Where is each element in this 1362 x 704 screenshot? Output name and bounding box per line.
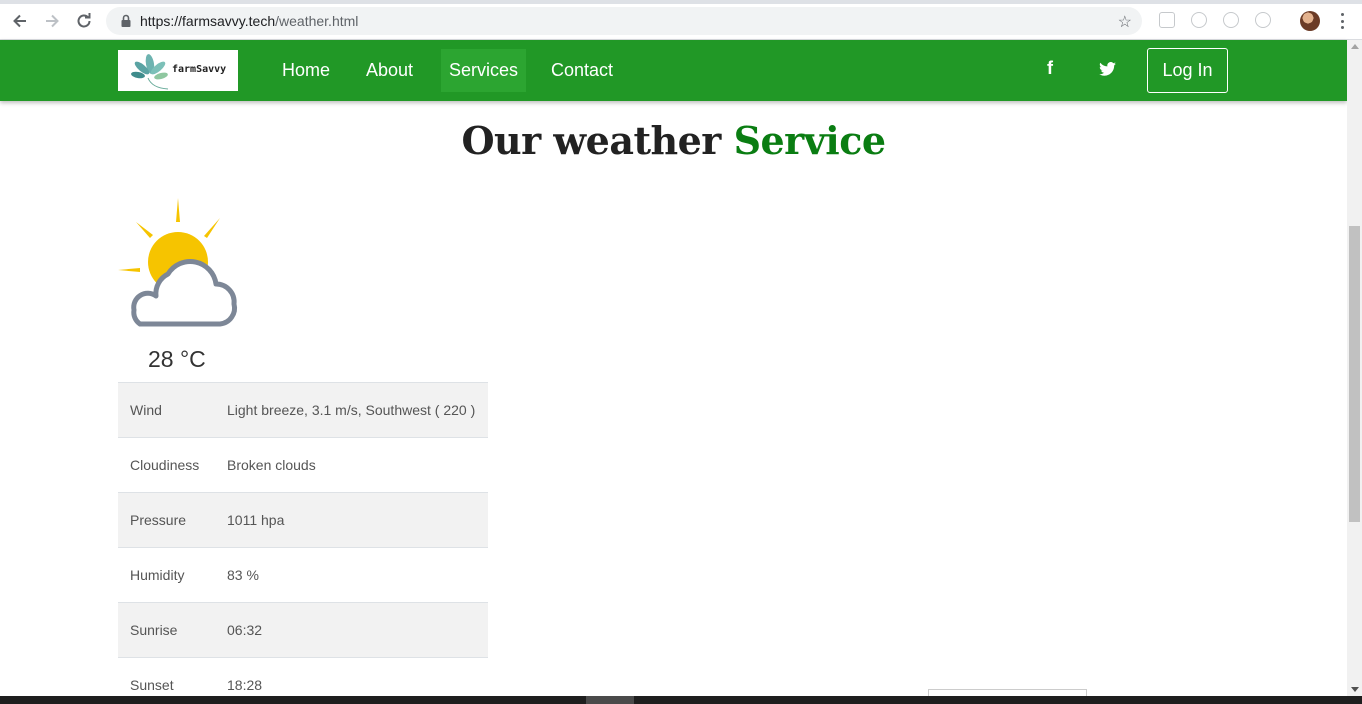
row-key: Wind — [130, 402, 162, 418]
leaf-logo-icon — [131, 54, 169, 90]
extension-gear-icon[interactable] — [1255, 12, 1271, 28]
reload-icon[interactable] — [72, 9, 96, 33]
table-row: Cloudiness Broken clouds — [118, 437, 488, 492]
url-host: https://farmsavvy.tech — [140, 13, 276, 29]
row-key: Sunrise — [130, 622, 178, 638]
forward-icon[interactable] — [40, 9, 64, 33]
nav-link-services[interactable]: Services — [441, 49, 527, 92]
page-title: Our weather Service — [0, 118, 1347, 163]
page-title-accent: Service — [733, 118, 886, 163]
nav-link-contact[interactable]: Contact — [543, 49, 621, 92]
os-taskbar — [0, 696, 1362, 704]
nav-link-home[interactable]: Home — [274, 49, 338, 92]
twitter-icon[interactable] — [1099, 60, 1116, 80]
temperature-readout: 28 °C — [148, 346, 206, 372]
row-value: Light breeze, 3.1 m/s, Southwest ( 220 ) — [227, 402, 476, 418]
extension-pocket-icon[interactable] — [1159, 12, 1175, 28]
page-scrollbar[interactable] — [1347, 40, 1362, 696]
table-row: Pressure 1011 hpa — [118, 492, 488, 547]
lock-icon — [121, 14, 131, 27]
row-key: Humidity — [130, 567, 185, 583]
table-row: Wind Light breeze, 3.1 m/s, Southwest ( … — [118, 382, 488, 437]
logo-text: farmSavvy — [172, 64, 227, 75]
profile-avatar[interactable] — [1300, 11, 1320, 31]
scroll-down-icon[interactable] — [1351, 687, 1359, 692]
farmsavvy-logo[interactable]: farmSavvy — [118, 50, 238, 91]
extension-leaf-icon[interactable] — [1191, 12, 1207, 28]
row-key: Pressure — [130, 512, 187, 528]
back-icon[interactable] — [8, 9, 32, 33]
table-row: Sunrise 06:32 — [118, 602, 488, 657]
url-text: https://farmsavvy.tech/weather.html — [140, 13, 358, 29]
site-navbar: farmSavvy Home About Services Contact f … — [0, 40, 1347, 101]
extension-react-icon[interactable] — [1223, 12, 1239, 28]
row-value: 06:32 — [227, 622, 263, 638]
address-bar[interactable]: https://farmsavvy.tech/weather.html ☆ — [106, 7, 1142, 35]
taskbar-active-item[interactable] — [586, 696, 634, 704]
row-value: 1011 hpa — [227, 512, 285, 528]
weather-details-table: Wind Light breeze, 3.1 m/s, Southwest ( … — [118, 382, 488, 704]
nav-link-about[interactable]: About — [358, 49, 421, 92]
bookmark-star-icon[interactable]: ☆ — [1118, 12, 1132, 32]
browser-menu-icon[interactable] — [1336, 10, 1348, 32]
partly-cloudy-icon — [116, 196, 242, 337]
row-key: Cloudiness — [130, 457, 200, 473]
page-title-main: Our weather — [461, 118, 721, 163]
row-value: 18:28 — [227, 677, 263, 693]
facebook-icon[interactable]: f — [1047, 58, 1053, 78]
scrollbar-thumb[interactable] — [1349, 226, 1360, 522]
scroll-up-icon[interactable] — [1351, 44, 1359, 49]
table-row: Humidity 83 % — [118, 547, 488, 602]
login-button[interactable]: Log In — [1147, 48, 1228, 93]
browser-toolbar: https://farmsavvy.tech/weather.html ☆ — [0, 0, 1362, 40]
tab-strip — [0, 0, 1362, 4]
row-value: Broken clouds — [227, 457, 316, 473]
row-value: 83 % — [227, 567, 259, 583]
row-key: Sunset — [130, 677, 174, 693]
url-path: /weather.html — [275, 13, 359, 29]
